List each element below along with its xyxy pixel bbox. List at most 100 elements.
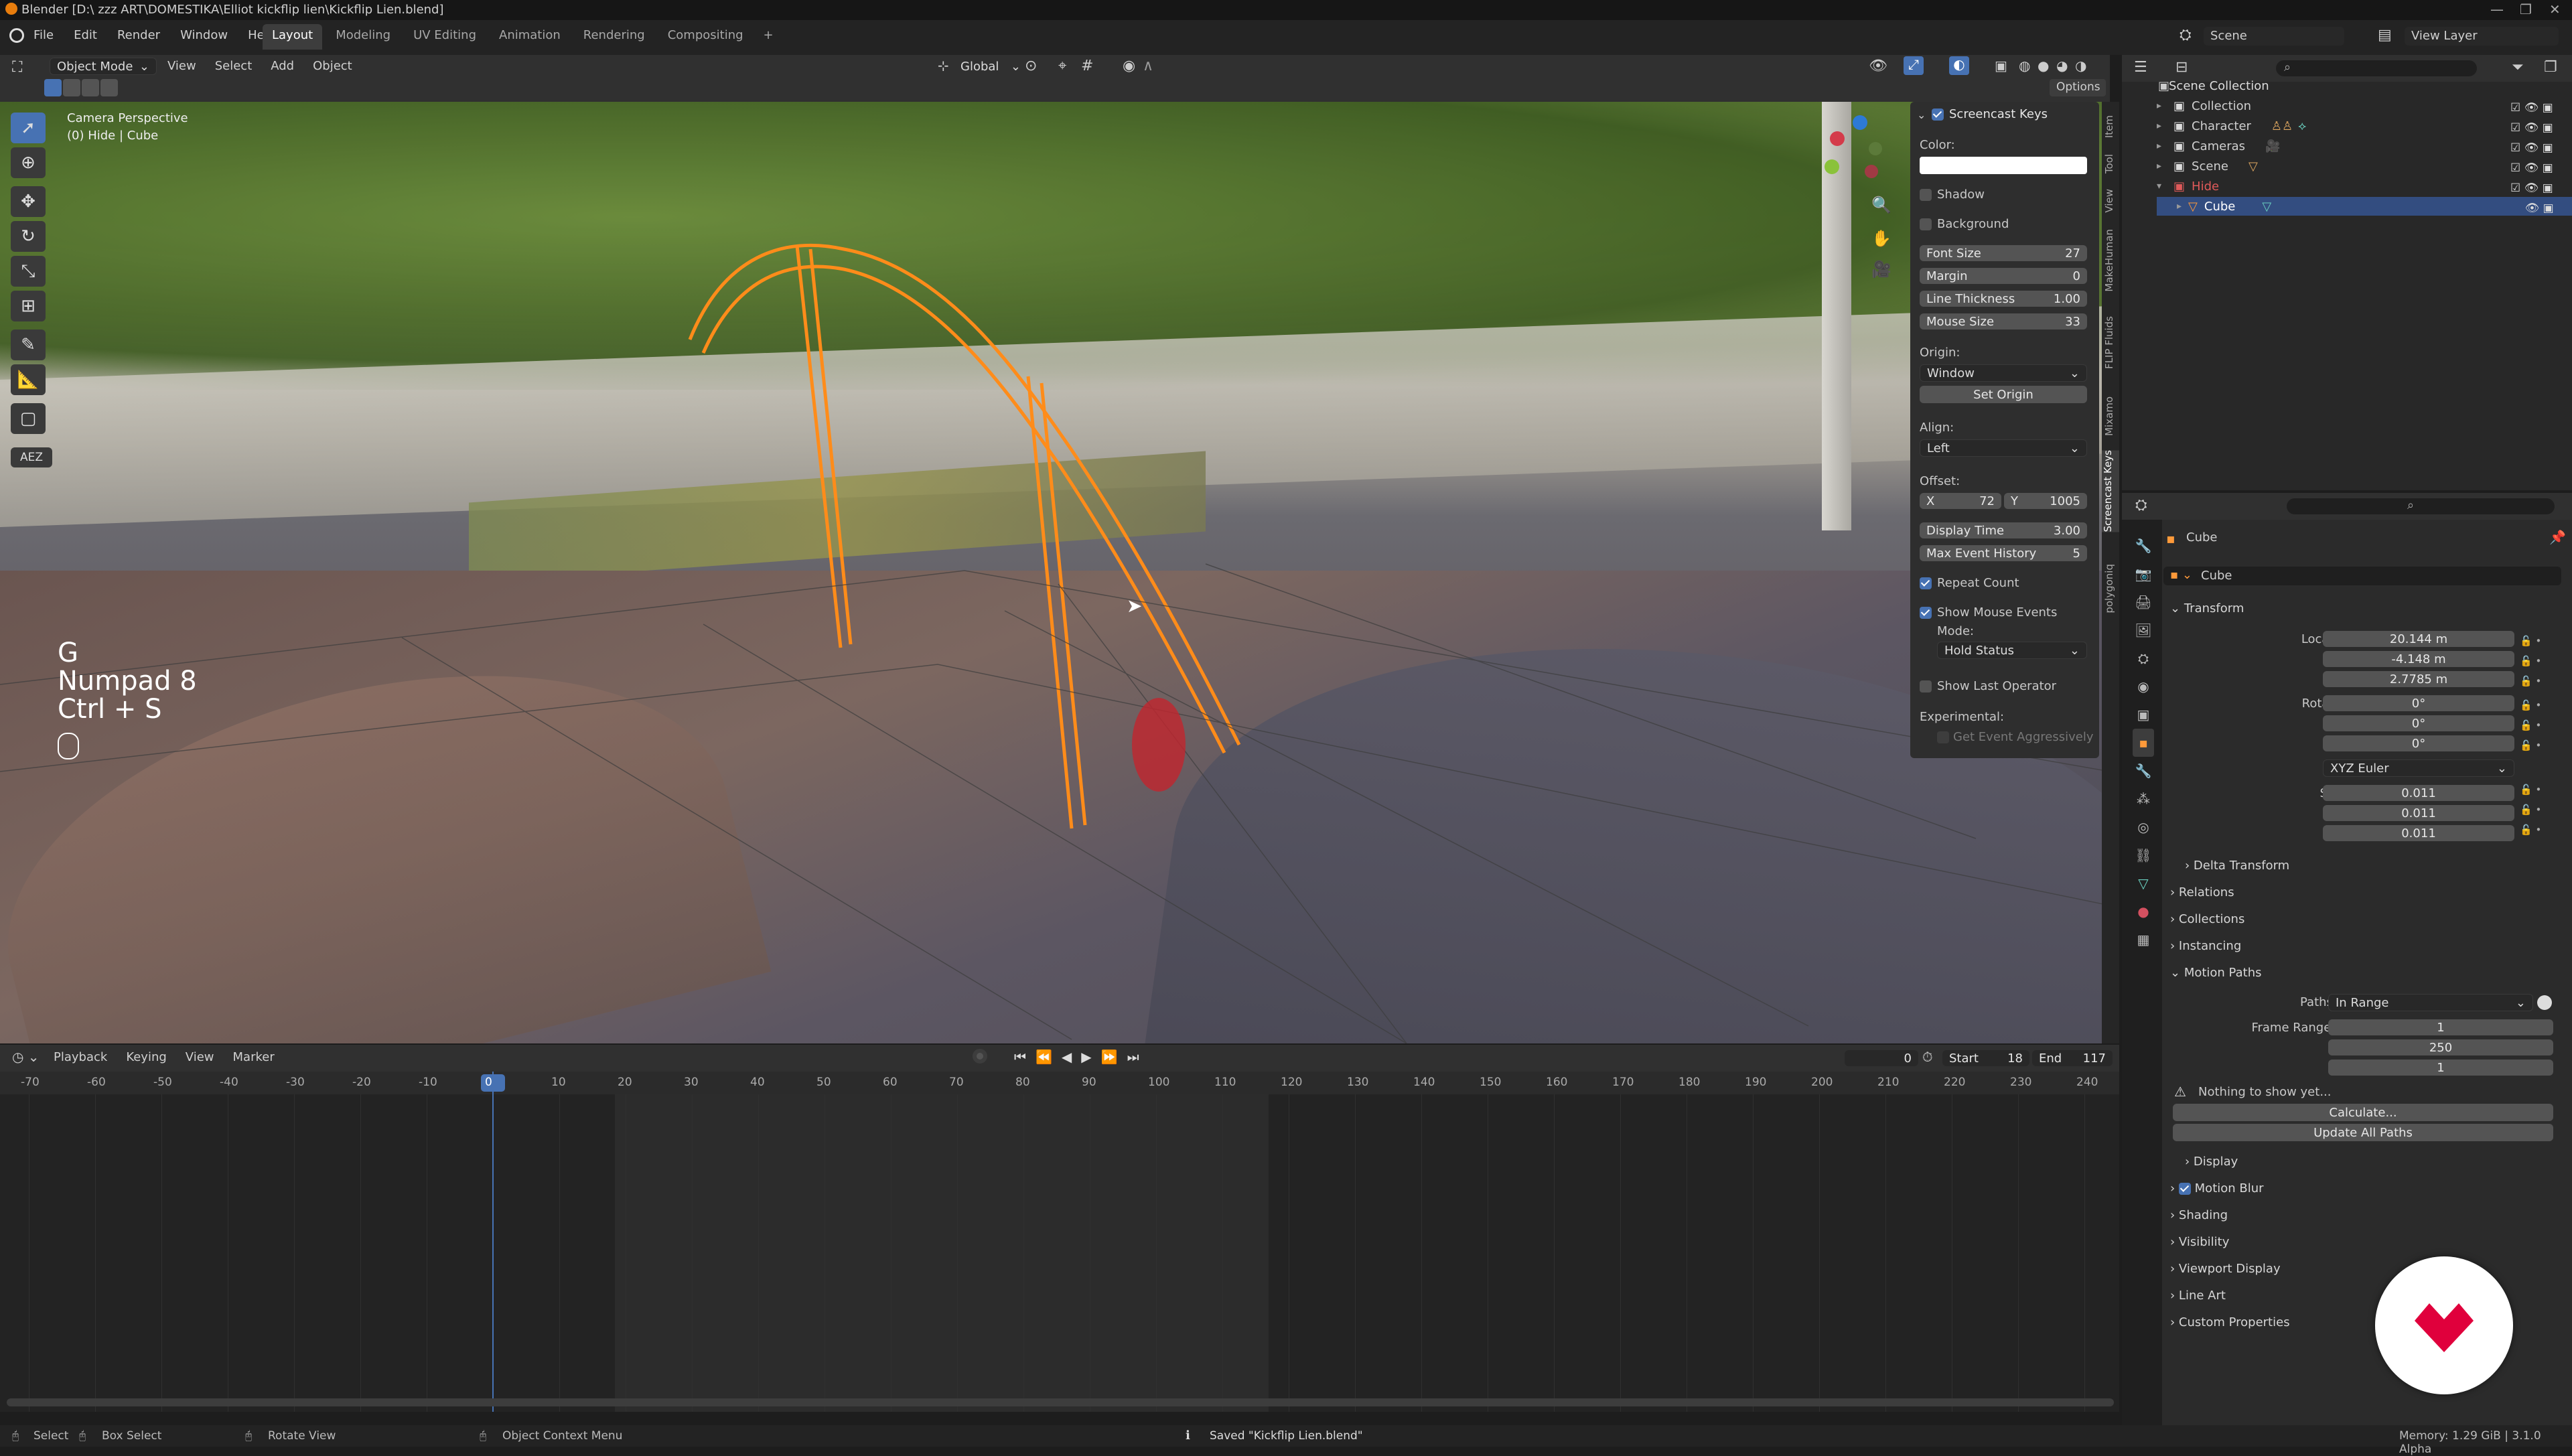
3d-viewport[interactable]: Camera Perspective (0) Hide | Cube ➚ ⊕ ✥…: [0, 102, 2110, 1043]
camera-restrict-icon[interactable]: ▣: [2543, 161, 2553, 175]
proportional-edit-icon[interactable]: ◉: [1123, 58, 1135, 74]
xray-icon[interactable]: ▣: [1995, 58, 2007, 74]
start-frame-field[interactable]: Start 18: [1942, 1050, 2029, 1066]
checkbox-icon[interactable]: ☑: [2510, 121, 2520, 135]
relations-section[interactable]: › Relations: [2170, 885, 2234, 899]
lock-icon[interactable]: 🔓 •: [2520, 651, 2541, 671]
object-props-icon[interactable]: ▪: [2133, 729, 2154, 757]
display-mode-icon[interactable]: ⊟: [2175, 59, 2188, 76]
timeline-scrollbar[interactable]: [7, 1398, 2114, 1406]
pan-hand-icon[interactable]: ✋: [1871, 229, 1891, 248]
select-invert-icon[interactable]: [100, 79, 118, 96]
menu-render[interactable]: Render: [117, 28, 160, 42]
outliner-root[interactable]: Scene Collection: [2169, 79, 2269, 93]
sidebar-tab-flip-fluids[interactable]: FLIP Fluids: [2103, 316, 2115, 369]
camera-restrict-icon[interactable]: ▣: [2543, 101, 2553, 115]
eye-icon[interactable]: 👁: [2524, 121, 2539, 135]
frame-range-step-field[interactable]: 1: [2328, 1060, 2553, 1076]
paths-info-icon[interactable]: [2537, 995, 2552, 1010]
eye-icon[interactable]: 👁: [2524, 141, 2539, 155]
sidebar-tab-polygoniq[interactable]: polygoniq: [2103, 564, 2115, 613]
scale-z-field[interactable]: 0.011: [2323, 825, 2514, 841]
motion-paths-section[interactable]: ⌄ Motion Paths: [2170, 966, 2261, 980]
tool-add-cube[interactable]: ▢: [11, 403, 46, 434]
timeline-menu-playback[interactable]: Playback: [54, 1050, 107, 1064]
viewport-menu-object[interactable]: Object: [313, 59, 352, 73]
timeline-editor-icon[interactable]: ◷ ⌄: [12, 1049, 40, 1065]
margin-field[interactable]: Margin 0: [1920, 268, 2087, 284]
origin-dropdown[interactable]: Window ⌄: [1920, 364, 2087, 382]
motion-blur-checkbox[interactable]: [2178, 1183, 2191, 1195]
falloff-icon[interactable]: ∧: [1143, 58, 1153, 74]
checkbox-icon[interactable]: ☑: [2510, 181, 2520, 195]
camera-restrict-icon[interactable]: ▣: [2543, 181, 2553, 195]
custom-properties-section[interactable]: › Custom Properties: [2170, 1315, 2290, 1329]
align-dropdown[interactable]: Left ⌄: [1920, 439, 2087, 457]
properties-search[interactable]: ⌕: [2287, 498, 2555, 514]
selected-rail-mesh[interactable]: [0, 102, 2110, 1043]
pin-icon[interactable]: 📌: [2549, 529, 2566, 545]
transform-orientation-dropdown[interactable]: Global ⌄: [954, 58, 1027, 75]
menu-file[interactable]: File: [33, 28, 54, 42]
prev-keyframe-icon[interactable]: ⏪: [1035, 1049, 1052, 1065]
shading-rendered-icon[interactable]: ◑: [2075, 58, 2086, 74]
offset-y-field[interactable]: Y 1005: [2004, 493, 2087, 509]
select-subtract-icon[interactable]: [82, 79, 99, 96]
collection-props-icon[interactable]: ▣: [2133, 701, 2154, 729]
navigation-gizmo[interactable]: [1818, 115, 1898, 196]
tool-measure[interactable]: 📐: [11, 364, 46, 395]
calculate-paths-button[interactable]: Calculate...: [2173, 1104, 2553, 1121]
render-props-icon[interactable]: 📷: [2133, 560, 2154, 588]
lock-icon[interactable]: 🔓 •: [2520, 671, 2541, 691]
minimize-icon[interactable]: —: [2490, 1, 2504, 17]
expand-icon[interactable]: ▾: [2157, 181, 2161, 192]
data-props-icon[interactable]: ▽: [2133, 869, 2154, 897]
screencast-enabled-checkbox[interactable]: [1932, 108, 1944, 121]
location-x-field[interactable]: 20.144 m: [2323, 631, 2514, 647]
scale-x-field[interactable]: 0.011: [2323, 785, 2514, 801]
lock-icon[interactable]: 🔓 •: [2520, 695, 2541, 715]
tab-layout[interactable]: Layout: [263, 24, 323, 50]
pivot-icon[interactable]: ⊙: [1025, 58, 1037, 74]
expand-icon[interactable]: ▸: [2177, 201, 2182, 212]
outliner-row-cameras[interactable]: ▸ ▣ Cameras 🎥: [2157, 137, 2572, 155]
outliner-row-cube[interactable]: ▸ ▽ Cube ▽: [2157, 197, 2572, 216]
checkbox-icon[interactable]: ☑: [2510, 101, 2520, 115]
collections-section[interactable]: › Collections: [2170, 912, 2244, 926]
scene-props-icon[interactable]: ⛭: [2133, 644, 2154, 672]
output-props-icon[interactable]: 🖨: [2133, 588, 2154, 616]
modifier-props-icon[interactable]: 🔧: [2133, 757, 2154, 785]
frame-range-end-field[interactable]: 250: [2328, 1039, 2553, 1055]
new-collection-icon[interactable]: ❐: [2544, 59, 2557, 76]
eye-icon[interactable]: 👁: [2525, 202, 2540, 215]
viewport-display-section[interactable]: › Viewport Display: [2170, 1262, 2281, 1276]
record-icon[interactable]: [973, 1049, 987, 1064]
checkbox-icon[interactable]: ☑: [2510, 141, 2520, 155]
show-last-operator-checkbox[interactable]: [1920, 680, 1932, 693]
tool-annotate[interactable]: ✎: [11, 330, 46, 360]
outliner-row-scene[interactable]: ▸ ▣ Scene ▽: [2157, 157, 2572, 175]
panel-collapse-icon[interactable]: ⌄: [1917, 108, 1926, 121]
select-new-icon[interactable]: [44, 79, 62, 96]
aez-addon-button[interactable]: AEZ: [11, 447, 52, 467]
play-reverse-icon[interactable]: ◀: [1062, 1049, 1072, 1065]
clock-icon[interactable]: ⏱: [1922, 1049, 1933, 1065]
color-swatch[interactable]: [1920, 157, 2087, 174]
eye-icon[interactable]: 👁: [2524, 101, 2539, 115]
max-event-history-field[interactable]: Max Event History 5: [1920, 545, 2087, 561]
offset-x-field[interactable]: X 72: [1920, 493, 2001, 509]
overlays-icon[interactable]: ◐: [1949, 56, 1969, 75]
shading-section[interactable]: › Shading: [2170, 1208, 2228, 1222]
expand-icon[interactable]: ▸: [2157, 121, 2161, 131]
line-thickness-field[interactable]: Line Thickness 1.00: [1920, 291, 2087, 307]
display-subsection[interactable]: › Display: [2185, 1155, 2238, 1169]
lock-icon[interactable]: 🔓 •: [2520, 735, 2541, 755]
tool-select-box[interactable]: ➚: [11, 113, 46, 143]
sidebar-tab-tool[interactable]: Tool: [2103, 154, 2115, 173]
snap-icon[interactable]: ⌖: [1058, 58, 1066, 74]
tool-cursor[interactable]: ⊕: [11, 147, 46, 178]
camera-restrict-icon[interactable]: ▣: [2543, 121, 2553, 135]
playhead-line[interactable]: [492, 1072, 494, 1412]
outliner-row-hide[interactable]: ▾ ▣ Hide: [2157, 177, 2572, 196]
tool-transform[interactable]: ⊞: [11, 291, 46, 321]
